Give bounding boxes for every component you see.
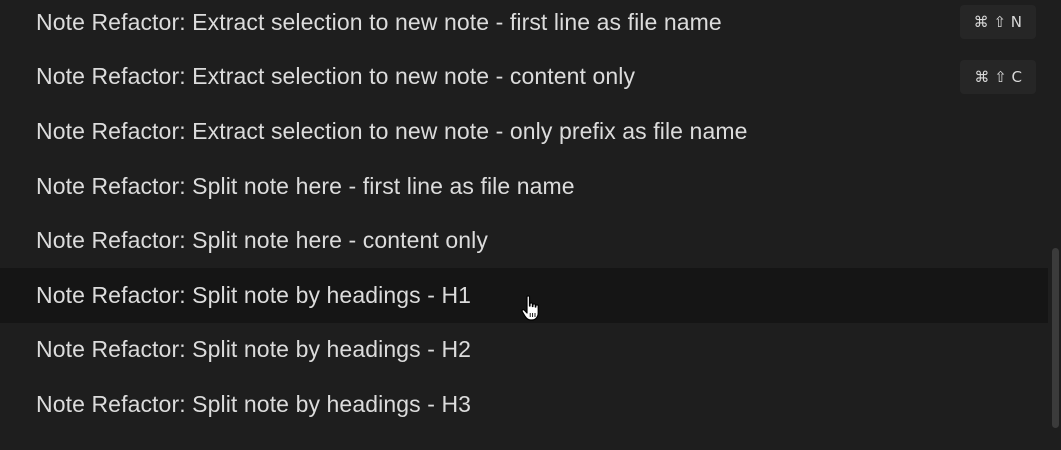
command-item-extract-content-only[interactable]: Note Refactor: Extract selection to new … [0,50,1048,105]
command-item-split-here-content-only[interactable]: Note Refactor: Split note here - content… [0,213,1048,268]
scrollbar-thumb[interactable] [1052,248,1059,428]
command-item-extract-prefix[interactable]: Note Refactor: Extract selection to new … [0,104,1048,159]
hotkey-badge: ⌘ ⇧ C [960,59,1036,94]
hotkey-badge: ⌘ ⇧ N [959,5,1036,40]
scrollbar[interactable] [1048,0,1061,450]
command-item-extract-first-line[interactable]: Note Refactor: Extract selection to new … [0,0,1048,50]
command-item-label: Note Refactor: Split note here - first l… [36,172,575,199]
command-item-split-headings-h2[interactable]: Note Refactor: Split note by headings - … [0,323,1048,378]
command-item-label: Note Refactor: Split note by headings - … [36,390,472,417]
command-item-label: Note Refactor: Extract selection to new … [36,117,748,144]
command-item-split-headings-h3[interactable]: Note Refactor: Split note by headings - … [0,377,1048,432]
command-item-label: Note Refactor: Extract selection to new … [36,63,636,90]
command-palette: Note Refactor: Extract selection to new … [0,0,1061,450]
command-item-split-headings-h1[interactable]: Note Refactor: Split note by headings - … [0,267,1048,323]
command-list: Note Refactor: Extract selection to new … [0,0,1048,432]
command-item-label: Note Refactor: Split note by headings - … [36,336,472,363]
command-item-split-here-first-line[interactable]: Note Refactor: Split note here - first l… [0,159,1048,214]
command-item-label: Note Refactor: Split note by headings - … [36,281,472,308]
command-item-label: Note Refactor: Extract selection to new … [36,8,722,35]
command-item-label: Note Refactor: Split note here - content… [36,227,488,254]
